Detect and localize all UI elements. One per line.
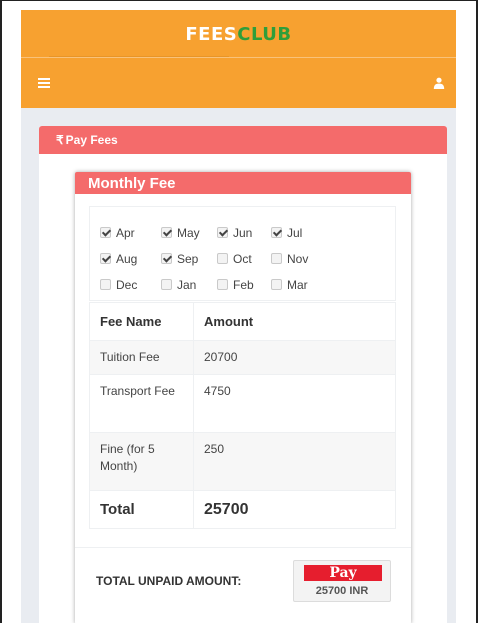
month-checkbox-sep[interactable]: Sep: [161, 252, 198, 266]
app-screen: FEESCLUB ₹ Pay Fees Monthly Fee Apr May J…: [21, 10, 456, 623]
fee-name-cell: Tuition Fee: [89, 340, 194, 375]
checkbox-unchecked-icon[interactable]: [100, 279, 111, 290]
month-label: May: [177, 226, 200, 240]
column-header-fee-name: Fee Name: [89, 302, 194, 341]
month-label: Dec: [116, 278, 138, 292]
month-label: Mar: [287, 278, 308, 292]
checkbox-checked-icon[interactable]: [100, 253, 111, 264]
month-selector: Apr May Jun Jul Aug Sep Oct Nov Dec Jan …: [89, 206, 396, 301]
total-row: Total 25700: [89, 490, 396, 529]
month-checkbox-mar[interactable]: Mar: [271, 278, 308, 292]
month-label: Jul: [287, 226, 303, 240]
month-label: Apr: [116, 226, 135, 240]
pay-fees-title: Pay Fees: [65, 133, 118, 147]
total-amount: 25700: [193, 490, 396, 529]
pay-fees-header: ₹ Pay Fees: [39, 126, 447, 154]
fee-name-cell: Fine (for 5 Month): [89, 432, 194, 491]
checkbox-unchecked-icon[interactable]: [271, 253, 282, 264]
checkbox-unchecked-icon[interactable]: [217, 253, 228, 264]
checkbox-checked-icon[interactable]: [100, 227, 111, 238]
month-label: Aug: [116, 252, 138, 266]
month-checkbox-jan[interactable]: Jan: [161, 278, 196, 292]
pay-button[interactable]: Pay 25700 INR: [293, 560, 391, 602]
month-label: Jan: [177, 278, 197, 292]
monthly-fee-title: Monthly Fee: [75, 172, 411, 194]
monthly-fee-panel: Monthly Fee Apr May Jun Jul Aug Sep Oct …: [75, 172, 411, 623]
month-checkbox-aug[interactable]: Aug: [100, 252, 137, 266]
month-checkbox-dec[interactable]: Dec: [100, 278, 137, 292]
checkbox-checked-icon[interactable]: [271, 227, 282, 238]
table-row: Transport Fee 4750: [89, 374, 396, 433]
top-navbar: [21, 58, 456, 108]
month-checkbox-feb[interactable]: Feb: [217, 278, 254, 292]
month-checkbox-jul[interactable]: Jul: [271, 226, 302, 240]
brand-part-1: FEES: [185, 24, 238, 45]
month-label: Nov: [287, 252, 309, 266]
user-icon[interactable]: [433, 77, 445, 89]
month-label: Sep: [177, 252, 199, 266]
total-unpaid-label: TOTAL UNPAID AMOUNT:: [96, 574, 242, 588]
fee-amount-cell: 20700: [193, 340, 396, 375]
month-checkbox-oct[interactable]: Oct: [217, 252, 252, 266]
month-label: Feb: [233, 278, 254, 292]
checkbox-unchecked-icon[interactable]: [161, 279, 172, 290]
hamburger-menu-icon[interactable]: [38, 78, 50, 88]
rupee-symbol: ₹: [56, 133, 64, 147]
month-checkbox-apr[interactable]: Apr: [100, 226, 135, 240]
fee-table-header: Fee Name Amount: [89, 302, 396, 341]
pay-button-label: Pay: [304, 565, 382, 581]
divider: [75, 547, 411, 548]
pay-fees-card: ₹ Pay Fees Monthly Fee Apr May Jun Jul Au…: [39, 126, 447, 623]
fee-name-cell: Transport Fee: [89, 374, 194, 433]
checkbox-checked-icon[interactable]: [217, 227, 228, 238]
brand-divider: [49, 56, 229, 57]
checkbox-unchecked-icon[interactable]: [217, 279, 228, 290]
checkbox-checked-icon[interactable]: [161, 253, 172, 264]
month-label: Jun: [233, 226, 253, 240]
fee-table: Fee Name Amount Tuition Fee 20700 Transp…: [89, 302, 396, 529]
table-row: Fine (for 5 Month) 250: [89, 432, 396, 491]
month-checkbox-jun[interactable]: Jun: [217, 226, 252, 240]
checkbox-unchecked-icon[interactable]: [271, 279, 282, 290]
total-label: Total: [89, 490, 194, 529]
month-checkbox-may[interactable]: May: [161, 226, 200, 240]
brand-logo: FEESCLUB: [21, 24, 456, 45]
fee-amount-cell: 4750: [193, 374, 396, 433]
fee-amount-cell: 250: [193, 432, 396, 491]
table-row: Tuition Fee 20700: [89, 340, 396, 375]
month-checkbox-nov[interactable]: Nov: [271, 252, 308, 266]
pay-button-amount: 25700 INR: [315, 585, 369, 597]
brand-part-2: CLUB: [237, 24, 292, 45]
checkbox-checked-icon[interactable]: [161, 227, 172, 238]
brand-bar: FEESCLUB: [21, 10, 456, 58]
month-label: Oct: [233, 252, 252, 266]
column-header-amount: Amount: [193, 302, 396, 341]
